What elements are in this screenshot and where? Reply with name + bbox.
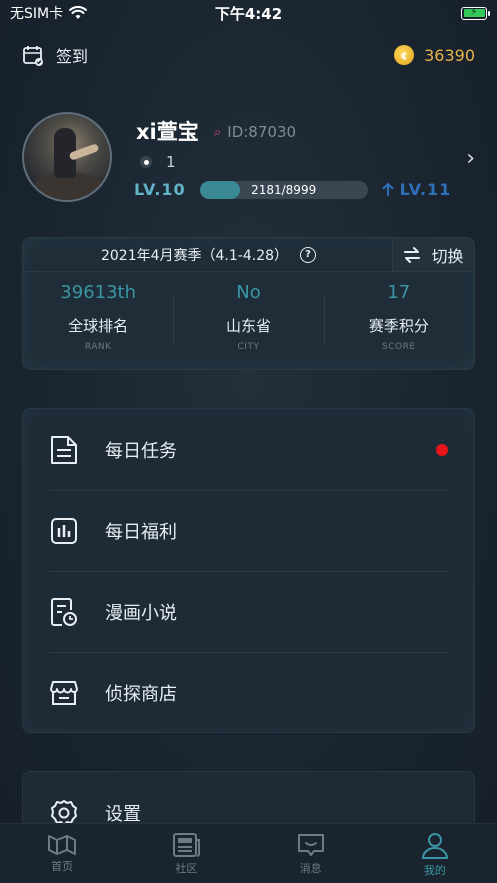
chevron-right-icon[interactable]: › [466, 146, 475, 171]
level-next: LV.11 [381, 180, 452, 199]
help-icon[interactable]: ? [300, 246, 317, 263]
menu-label: 设置 [105, 803, 141, 825]
exp-progress-bar: 2181/8999 [199, 180, 368, 199]
exp-progress-text: 2181/8999 [251, 182, 317, 197]
newspaper-icon [173, 833, 201, 857]
coin-icon: ¢ [394, 45, 415, 65]
user-id: ⌕ ID:87030 [214, 123, 296, 141]
arrow-up-icon [381, 182, 394, 196]
tab-label: 消息 [299, 862, 322, 875]
carrier-label: 无SIM卡 [10, 6, 64, 22]
level-next-text: LV.11 [399, 180, 452, 199]
document-icon [49, 435, 79, 465]
menu-item-daily-welfare[interactable]: 每日福利 [23, 490, 474, 571]
switch-season-button[interactable]: 切换 [392, 238, 474, 271]
tab-label: 社区 [175, 862, 198, 875]
stat-city: No 山东省 CITY [173, 272, 323, 371]
level-row: LV.10 2181/8999 LV.11 [134, 180, 451, 199]
tab-home[interactable]: 首页 [22, 832, 102, 874]
stat-value: No [236, 282, 261, 303]
stat-value: 17 [387, 282, 411, 303]
stat-label: 赛季积分 [368, 317, 429, 335]
tab-bar: 首页 社区 消息 我的 [0, 823, 497, 883]
tab-messages[interactable]: 消息 [271, 832, 351, 876]
checkin-button[interactable]: 签到 [22, 43, 88, 67]
stat-score: 17 赛季积分 SCORE [323, 272, 474, 371]
menu-label: 每日任务 [105, 440, 177, 462]
menu-card: 每日任务 每日福利 漫画小说 侦探商店 [22, 408, 475, 733]
tab-profile[interactable]: 我的 [395, 832, 475, 878]
season-title-text: 2021年4月赛季（4.1-4.28） [100, 247, 289, 264]
status-bar: 无SIM卡 下午4:42 ⚡ [0, 0, 497, 26]
battery-charging-icon: ⚡ [461, 6, 490, 20]
book-clock-icon [49, 597, 79, 627]
chat-icon [297, 834, 324, 856]
follow-count: 1 [140, 153, 176, 171]
avatar[interactable] [22, 112, 112, 202]
bolt-icon: ⚡ [470, 7, 478, 18]
stat-sub: SCORE [382, 342, 416, 352]
coin-amount: 36390 [424, 45, 475, 65]
switch-label: 切换 [431, 246, 464, 266]
tab-community[interactable]: 社区 [146, 832, 226, 876]
menu-label: 侦探商店 [105, 683, 177, 705]
follow-count-value: 1 [166, 153, 176, 171]
status-left: 无SIM卡 [10, 3, 88, 23]
wifi-icon [69, 6, 88, 19]
season-card: 2021年4月赛季（4.1-4.28） ? 切换 39613th 全球排名 RA… [22, 237, 475, 370]
stat-label: 山东省 [225, 317, 271, 335]
level-current: LV.10 [134, 180, 186, 199]
menu-item-comics-novels[interactable]: 漫画小说 [23, 571, 474, 652]
map-icon [48, 835, 77, 855]
season-header: 2021年4月赛季（4.1-4.28） ? 切换 [23, 238, 474, 272]
calendar-check-icon [23, 46, 43, 66]
user-icon [421, 833, 448, 859]
menu-item-detective-store[interactable]: 侦探商店 [23, 652, 474, 733]
user-id-text: ID:87030 [227, 123, 297, 141]
coin-balance[interactable]: ¢ 36390 [394, 45, 475, 65]
menu-item-daily-tasks[interactable]: 每日任务 [23, 409, 474, 490]
stat-sub: RANK [84, 342, 112, 352]
profile-section[interactable]: xi萱宝 ⌕ ID:87030 1 › LV.10 2181/8999 LV.1… [22, 110, 475, 205]
id-icon: ⌕ [214, 124, 222, 140]
menu-label: 每日福利 [105, 521, 177, 543]
user-name: xi萱宝 [136, 120, 199, 144]
checkin-label: 签到 [56, 47, 89, 66]
season-title: 2021年4月赛季（4.1-4.28） ? [100, 245, 317, 265]
store-icon [49, 678, 79, 708]
stat-label: 全球排名 [68, 317, 129, 335]
dot-icon [140, 156, 152, 168]
tab-label: 首页 [51, 860, 74, 873]
notification-badge [436, 443, 448, 456]
stat-sub: CITY [237, 342, 260, 352]
top-row: 签到 ¢ 36390 [22, 40, 475, 70]
switch-icon [404, 246, 421, 263]
tab-label: 我的 [423, 864, 446, 877]
season-stats: 39613th 全球排名 RANK No 山东省 CITY 17 赛季积分 SC… [23, 272, 474, 371]
menu-label: 漫画小说 [105, 602, 177, 624]
stat-value: 39613th [60, 282, 137, 303]
stat-rank: 39613th 全球排名 RANK [23, 272, 173, 371]
bar-chart-icon [49, 516, 79, 546]
